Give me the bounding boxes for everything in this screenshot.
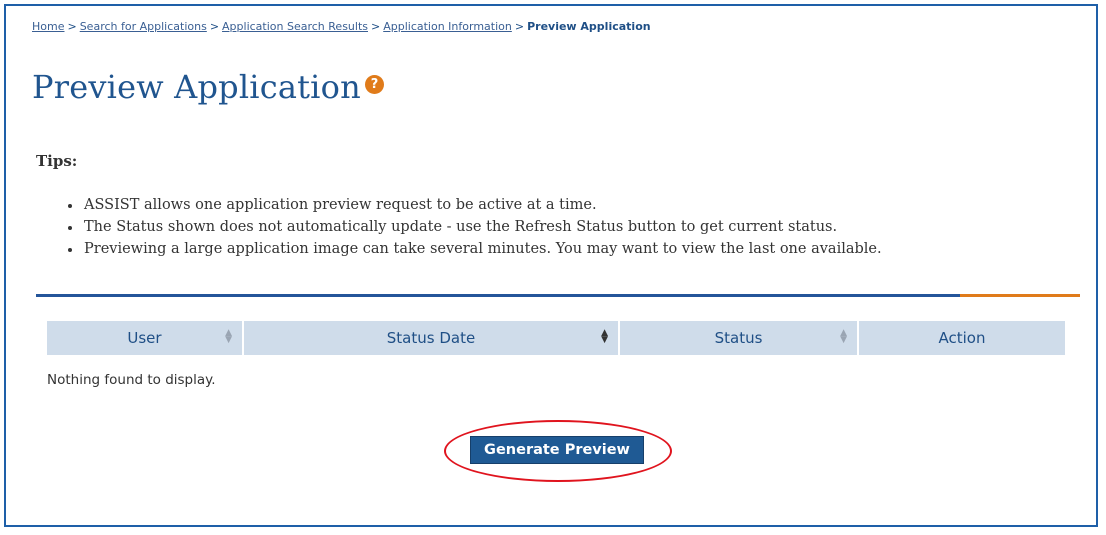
breadcrumb-separator: >	[514, 20, 525, 33]
column-header-user[interactable]: User ▲ ▼	[47, 321, 242, 355]
empty-table-message: Nothing found to display.	[47, 372, 216, 388]
column-label-user: User	[127, 329, 162, 347]
tips-list: ASSIST allows one application preview re…	[64, 194, 882, 260]
column-label-action: Action	[938, 329, 986, 347]
sort-icon-active[interactable]: ▲ ▼	[601, 329, 608, 345]
preview-requests-table: User ▲ ▼ Status Date ▲ ▼ Status ▲ ▼ Action	[45, 321, 1067, 355]
generate-preview-button[interactable]: Generate Preview	[470, 436, 644, 464]
sort-icon[interactable]: ▲ ▼	[840, 329, 847, 345]
breadcrumb-separator: >	[67, 20, 77, 33]
tip-item: Previewing a large application image can…	[64, 238, 882, 260]
breadcrumb-search-link[interactable]: Search for Applications	[80, 20, 207, 33]
breadcrumb-results-link[interactable]: Application Search Results	[222, 20, 368, 33]
breadcrumb-app-info-link[interactable]: Application Information	[383, 20, 512, 33]
breadcrumb-home-link[interactable]: Home	[32, 20, 64, 33]
breadcrumb-separator: >	[371, 20, 381, 33]
page-title: Preview Application	[32, 68, 361, 106]
page-frame: Home > Search for Applications > Application…	[4, 4, 1098, 527]
tips-label: Tips:	[36, 152, 78, 170]
column-header-status[interactable]: Status ▲ ▼	[620, 321, 857, 355]
sort-icon[interactable]: ▲ ▼	[225, 329, 232, 345]
tip-item: The Status shown does not automatically …	[64, 216, 882, 238]
breadcrumb-separator: >	[209, 20, 220, 33]
section-divider	[36, 294, 1080, 297]
column-label-status: Status	[714, 329, 763, 347]
breadcrumb: Home > Search for Applications > Application…	[32, 20, 651, 33]
tip-item: ASSIST allows one application preview re…	[64, 194, 882, 216]
breadcrumb-current: Preview Application	[527, 20, 651, 33]
column-header-status-date[interactable]: Status Date ▲ ▼	[244, 321, 618, 355]
column-header-action: Action	[859, 321, 1065, 355]
column-label-status-date: Status Date	[386, 329, 476, 347]
question-circle-icon[interactable]: ?	[365, 75, 384, 94]
